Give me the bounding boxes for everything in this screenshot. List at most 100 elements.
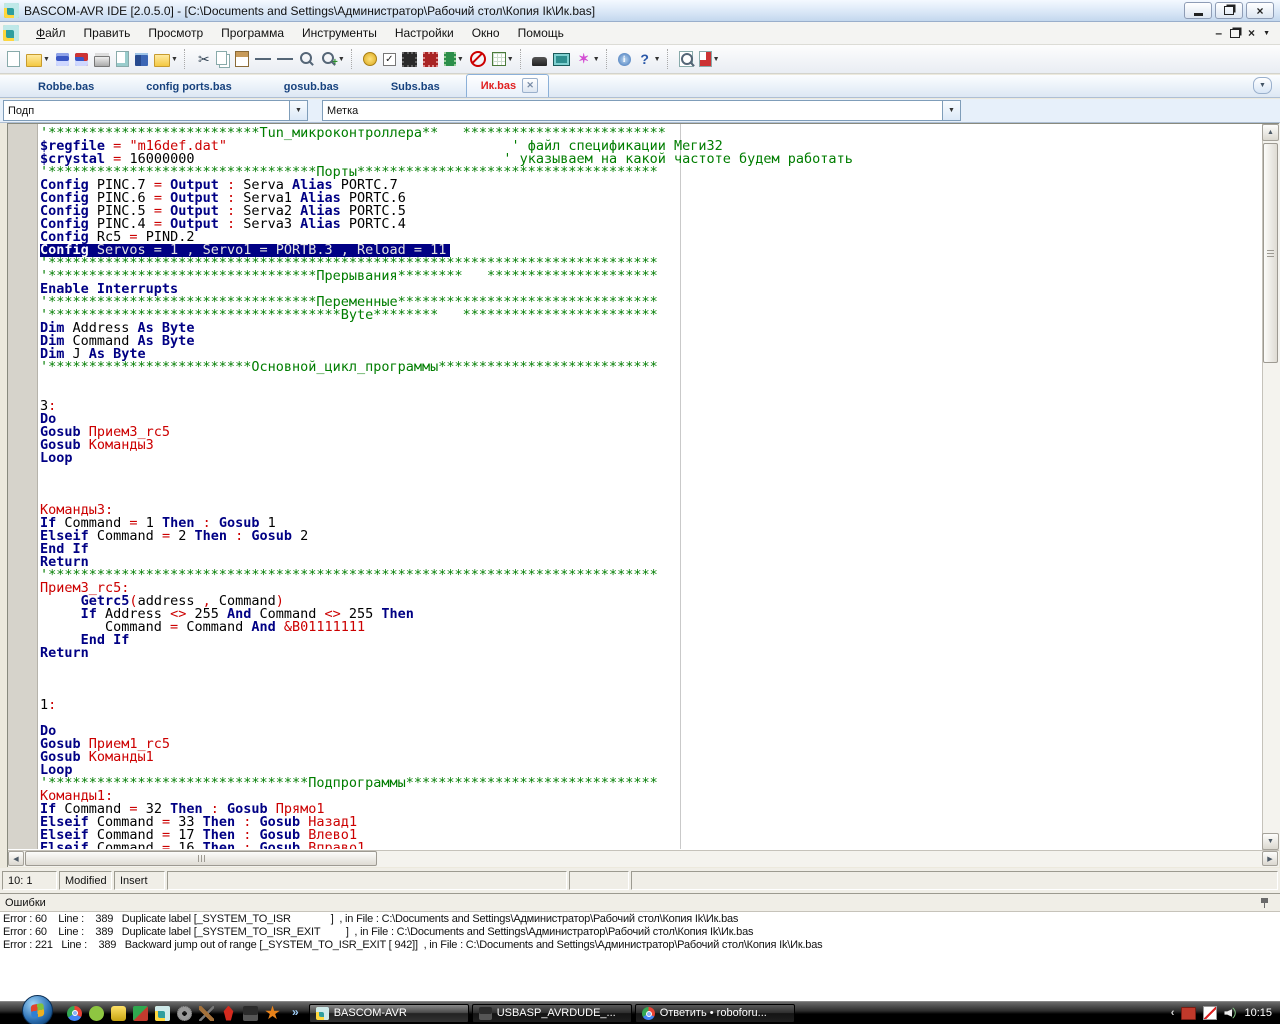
simulate-icon[interactable]: ▼ (441, 47, 467, 71)
close-button[interactable]: × (1246, 2, 1274, 19)
scroll-left-button[interactable]: ◀ (8, 851, 24, 866)
key-app-icon[interactable] (243, 1006, 258, 1021)
error-row[interactable]: Error : 60 Line : 389 Duplicate label [_… (0, 913, 1280, 926)
taskbar-button-BASCOM-AVR[interactable]: BASCOM-AVR (309, 1004, 469, 1023)
help-book-icon[interactable] (132, 47, 151, 71)
pin-icon[interactable] (1260, 897, 1270, 908)
tab-list-button[interactable]: ▼ (1253, 77, 1272, 94)
dropdown-caret-icon[interactable]: ▼ (43, 56, 50, 63)
tray-antivirus-icon[interactable] (1203, 1006, 1217, 1020)
start-button[interactable] (22, 995, 53, 1024)
menu-item-Настройки[interactable]: Настройки (386, 24, 463, 42)
indent-icon[interactable] (252, 47, 274, 71)
find-icon[interactable] (296, 47, 318, 71)
taskbar-button-Ответить • roboforu...[interactable]: Ответить • roboforu... (635, 1004, 795, 1023)
mdi-restore-button[interactable] (1230, 29, 1240, 38)
shield-app-icon[interactable] (111, 1006, 126, 1021)
mdi-minimize-button[interactable]: – (1215, 26, 1222, 40)
taskbar-button-USBASP_AVRDUDE_...[interactable]: USBASP_AVRDUDE_... (472, 1004, 632, 1023)
lcd-designer-icon[interactable] (550, 47, 573, 71)
dropdown-caret-icon[interactable]: ▼ (654, 56, 661, 63)
dropdown-caret-icon[interactable]: ▼ (171, 56, 178, 63)
report-icon[interactable]: ▼ (489, 47, 517, 71)
help-icon[interactable]: ?▼ (634, 47, 664, 71)
tools-app-icon[interactable] (199, 1006, 214, 1021)
title-bar[interactable]: BASCOM-AVR IDE [2.0.5.0] - [C:\Documents… (0, 0, 1280, 22)
save-all-icon[interactable] (72, 47, 91, 71)
dropdown-caret-icon[interactable]: ▼ (593, 56, 600, 63)
tab-Ик.bas[interactable]: Ик.bas✕ (466, 74, 549, 97)
unindent-icon[interactable] (274, 47, 296, 71)
mdi-menu-caret-icon[interactable]: ▼ (1263, 30, 1270, 37)
quick-launch-overflow-chevron[interactable]: » (292, 1005, 299, 1019)
scroll-right-button[interactable]: ▶ (1262, 851, 1278, 866)
code-line: 1: (40, 699, 853, 712)
menu-item-Править[interactable]: Править (75, 24, 140, 42)
new-file-icon[interactable] (4, 47, 23, 71)
save-icon[interactable] (53, 47, 72, 71)
print-icon[interactable] (91, 47, 113, 71)
mdi-close-button[interactable]: × (1248, 26, 1255, 40)
scroll-up-button[interactable]: ▲ (1262, 124, 1279, 141)
error-panel-title: Ошибки (5, 897, 46, 909)
about-icon[interactable]: i (615, 47, 634, 71)
maximize-button[interactable] (1215, 2, 1243, 19)
no-hardware-icon[interactable] (467, 47, 489, 71)
menu-item-Инструменты[interactable]: Инструменты (293, 24, 386, 42)
tray-red-app-icon[interactable] (1181, 1007, 1196, 1020)
code-line: Dim Command As Byte (40, 335, 853, 348)
print-preview-icon[interactable] (113, 47, 132, 71)
scroll-down-button[interactable]: ▼ (1262, 833, 1279, 850)
document-app-icon (3, 25, 19, 41)
menu-item-Окно[interactable]: Окно (463, 24, 509, 42)
tab-gosub.bas[interactable]: gosub.bas (258, 78, 365, 97)
open-file-icon[interactable]: ▼ (23, 47, 53, 71)
code-line: Gosub Команды1 (40, 751, 853, 764)
copy-icon[interactable] (215, 47, 232, 71)
color-squares-app-icon[interactable] (133, 1006, 148, 1021)
error-list[interactable]: Error : 60 Line : 389 Duplicate label [_… (0, 913, 1280, 1002)
gear-app-icon[interactable] (177, 1006, 192, 1021)
dropdown-caret-icon[interactable]: ▼ (338, 56, 345, 63)
paste-icon[interactable] (232, 47, 252, 71)
program-chip-icon[interactable] (420, 47, 441, 71)
programmer-icon[interactable] (529, 47, 550, 71)
flame-app-icon[interactable] (221, 1006, 236, 1021)
bascom-avr-icon[interactable] (155, 1006, 170, 1021)
syntax-check-icon[interactable] (360, 47, 380, 71)
recent-files-icon[interactable]: ▼ (151, 47, 181, 71)
vertical-scrollbar-thumb[interactable] (1263, 143, 1278, 363)
tray-expand-chevron[interactable]: ‹ (1171, 1007, 1175, 1019)
menu-item-Помощь[interactable]: Помощь (509, 24, 573, 42)
tab-Robbe.bas[interactable]: Robbe.bas (12, 78, 120, 97)
utorrent-icon[interactable] (89, 1006, 104, 1021)
chrome-icon[interactable] (67, 1006, 82, 1021)
dropdown-caret-icon[interactable]: ▼ (457, 56, 464, 63)
tab-config ports.bas[interactable]: config ports.bas (120, 78, 258, 97)
pdf-icon[interactable]: ▼ (696, 47, 723, 71)
graphic-converter-icon[interactable]: ✶▼ (573, 47, 603, 71)
label-combobox[interactable]: Метка ▼ (322, 100, 961, 121)
minimize-button[interactable] (1184, 2, 1212, 19)
menu-item-Просмотр[interactable]: Просмотр (139, 24, 212, 42)
horizontal-scrollbar-thumb[interactable] (25, 851, 377, 866)
volume-icon[interactable] (1224, 1007, 1237, 1019)
tab-close-icon[interactable]: ✕ (522, 78, 538, 93)
dropdown-caret-icon[interactable]: ▼ (713, 56, 720, 63)
sub-combobox[interactable]: Подп ▼ (3, 100, 308, 121)
compile-icon[interactable] (399, 47, 420, 71)
menu-item-Программа[interactable]: Программа (212, 24, 293, 42)
dropdown-caret-icon[interactable]: ▼ (507, 56, 514, 63)
chevron-down-icon[interactable]: ▼ (289, 101, 307, 120)
tab-Subs.bas[interactable]: Subs.bas (365, 78, 466, 97)
error-row[interactable]: Error : 60 Line : 389 Duplicate label [_… (0, 926, 1280, 939)
find-next-icon[interactable]: +▼ (318, 47, 348, 71)
burst-app-icon[interactable] (265, 1006, 280, 1021)
find-in-files-icon[interactable] (676, 47, 696, 71)
error-row[interactable]: Error : 221 Line : 389 Backward jump out… (0, 939, 1280, 952)
show-result-icon[interactable]: ✓ (380, 47, 399, 71)
menu-item-Файл[interactable]: Файл (27, 24, 75, 42)
code-editor[interactable]: '**************************Tun_микроконт… (38, 124, 1262, 849)
cut-icon[interactable]: ✂ (193, 47, 215, 71)
chevron-down-icon[interactable]: ▼ (942, 101, 960, 120)
